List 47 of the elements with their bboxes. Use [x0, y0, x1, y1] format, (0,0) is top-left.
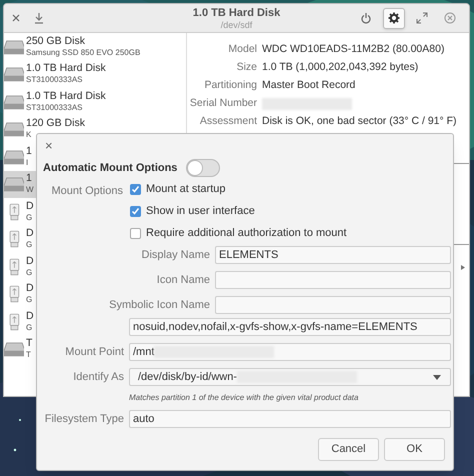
disk-name: D [26, 200, 34, 212]
disk-model: K [26, 129, 32, 142]
field-label: Mount Point [65, 346, 124, 358]
disk-model: G [26, 239, 32, 252]
detail-value: 1.0 TB (1,000,202,043,392 bytes) [262, 60, 418, 75]
detail-label: Model [227, 42, 257, 57]
detail-label: Partitioning [203, 78, 257, 93]
detail-value: WDC WD10EADS-11M2B2 (80.00A80) [262, 42, 444, 57]
field-label: Display Name [140, 248, 210, 263]
field-label: Filesystem Type [44, 412, 124, 425]
disk-model: ST31000333AS [26, 74, 82, 86]
window-title: 1.0 TB Hard Disk [192, 7, 280, 20]
window-subtitle: /dev/sdf [220, 20, 252, 31]
disk-name: D [26, 227, 34, 240]
disk-model: I [26, 156, 28, 169]
disk-name: 1.0 TB Hard Disk [26, 90, 106, 102]
disk-name: D [26, 254, 34, 267]
disk-model: G [26, 212, 32, 224]
disk-name: 250 GB Disk [26, 34, 85, 47]
disk-name: D [26, 282, 34, 294]
disk-name: D [26, 310, 34, 322]
checkbox-label: Mount at startup [146, 182, 226, 197]
detail-label: Assessment [198, 114, 257, 129]
detail-label: Size [236, 60, 257, 75]
field-label: Mount Options [50, 184, 123, 199]
field-label: Symbolic Icon Name [108, 298, 210, 313]
checkbox-label: Require additional authorization to mount [146, 226, 347, 241]
disk-model: G [26, 266, 32, 279]
disk-name: T [26, 337, 32, 350]
disk-model: G [26, 322, 32, 334]
disk-name: 1 [26, 172, 32, 184]
detail-label: Serial Number [188, 96, 257, 111]
field-label: Icon Name [156, 272, 210, 288]
disk-model: Samsung SSD 850 EVO 250GB [26, 46, 140, 59]
disk-model: W [26, 184, 34, 196]
hint-text: Matches partition 1 of the device with the given vital product data [129, 392, 358, 404]
disk-name: 120 GB Disk [26, 117, 85, 130]
disk-name: 1 [26, 144, 32, 157]
checkbox-label: Show in user interface [146, 204, 255, 219]
disk-model: T [26, 349, 31, 362]
section-title: Automatic Mount Options [43, 160, 178, 176]
detail-value: Master Boot Record [262, 78, 356, 93]
field-label: Identify As [73, 370, 124, 383]
disk-name: 1.0 TB Hard Disk [26, 62, 106, 74]
detail-value: Disk is OK, one bad sector (33° C / 91° F) [262, 114, 457, 129]
disk-model: ST31000333AS [26, 102, 82, 114]
disk-model: G [26, 294, 32, 306]
